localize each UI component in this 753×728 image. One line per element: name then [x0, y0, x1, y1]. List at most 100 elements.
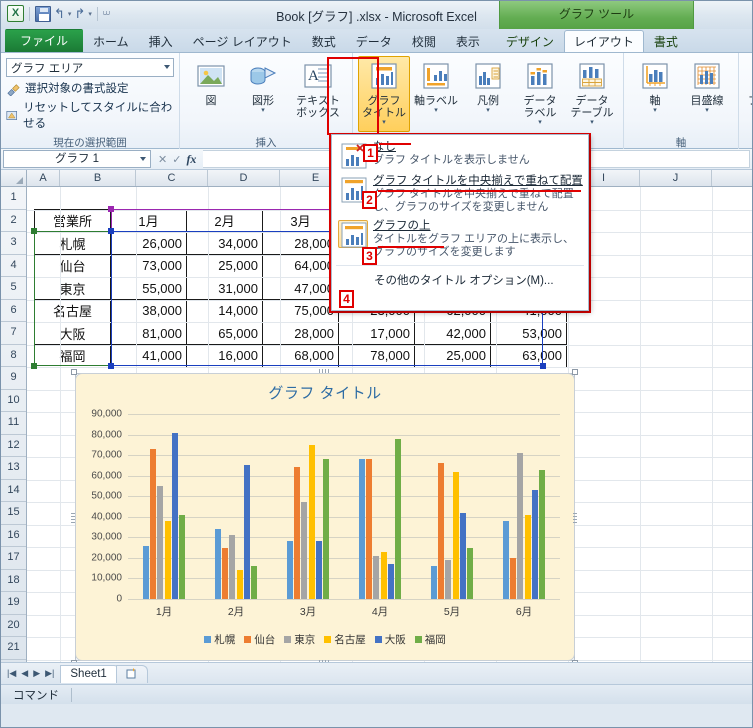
tab-data[interactable]: データ: [346, 30, 402, 52]
range-handle[interactable]: [108, 228, 114, 234]
chevron-down-icon[interactable]: ▾: [538, 119, 542, 126]
tab-format[interactable]: 書式: [644, 30, 688, 52]
chevron-down-icon[interactable]: ▾: [486, 107, 490, 114]
range-handle[interactable]: [108, 206, 114, 212]
chart-bar[interactable]: [286, 541, 293, 599]
chart-bar[interactable]: [171, 432, 179, 599]
insert-picture-button[interactable]: 図: [185, 56, 237, 132]
chart-legend-item[interactable]: 福岡: [414, 632, 446, 647]
chart-legend[interactable]: 札幌 仙台 東京 名古屋 大阪 福岡: [76, 632, 574, 646]
tab-formulas[interactable]: 数式: [302, 30, 346, 52]
column-header-D[interactable]: D: [208, 170, 280, 186]
insert-function-icon[interactable]: fx: [186, 152, 196, 167]
menu-item-more-title-options[interactable]: その他のタイトル オプション(M)...: [332, 269, 588, 291]
cancel-icon[interactable]: ✕: [158, 153, 167, 166]
tab-insert[interactable]: 挿入: [139, 30, 183, 52]
chart-bar[interactable]: [517, 453, 524, 599]
sheet-nav-buttons[interactable]: |◀ ◀ ▶ ▶|: [5, 668, 60, 679]
row-header-9[interactable]: 9: [1, 367, 26, 390]
column-header-A[interactable]: A: [27, 170, 60, 186]
row-header-8[interactable]: 8: [1, 345, 26, 367]
chart-bar[interactable]: [142, 545, 149, 599]
chart-bar[interactable]: [387, 564, 395, 599]
tab-view[interactable]: 表示: [446, 30, 490, 52]
tab-design[interactable]: デザイン: [496, 30, 564, 52]
tab-review[interactable]: 校閲: [402, 30, 446, 52]
chart-bar[interactable]: [437, 463, 445, 599]
row-header-3[interactable]: 3: [1, 232, 26, 255]
tab-layout[interactable]: レイアウト: [563, 30, 644, 52]
chart-object[interactable]: グラフ タイトル 0 10,000 20,000 30,000 40,000 50,000…: [75, 373, 575, 661]
chevron-down-icon[interactable]: ▾: [382, 119, 386, 126]
chart-bar[interactable]: [308, 444, 315, 599]
column-header-C[interactable]: C: [136, 170, 208, 186]
row-header-10[interactable]: 10: [1, 390, 26, 412]
chevron-down-icon[interactable]: [140, 157, 146, 161]
chart-bar[interactable]: [365, 459, 373, 599]
data-labels-button[interactable]: データ ラベル ▾: [514, 56, 566, 132]
chart-title-button[interactable]: グラフ タイトル ▾: [358, 56, 410, 132]
chart-bar[interactable]: [459, 512, 467, 599]
chart-bar[interactable]: [531, 490, 539, 599]
chart-bar[interactable]: [509, 557, 517, 599]
first-sheet-icon[interactable]: |◀: [7, 668, 16, 679]
row-header-15[interactable]: 15: [1, 502, 26, 525]
chart-bar[interactable]: [430, 566, 437, 599]
table-header-cell[interactable]: 営業所: [34, 209, 111, 233]
row-header-2[interactable]: 2: [1, 210, 26, 232]
formula-bar-buttons[interactable]: ✕ ✓ fx: [151, 152, 203, 167]
range-handle[interactable]: [540, 363, 546, 369]
chart-bar[interactable]: [179, 514, 186, 599]
sheet-tab-sheet1[interactable]: Sheet1: [60, 664, 120, 683]
chart-bar[interactable]: [251, 566, 258, 599]
prev-sheet-icon[interactable]: ◀: [21, 668, 28, 679]
row-header-14[interactable]: 14: [1, 480, 26, 502]
chevron-down-icon[interactable]: ▾: [261, 107, 265, 114]
chart-legend-item[interactable]: 仙台: [244, 632, 275, 647]
row-header-7[interactable]: 7: [1, 322, 26, 345]
axis-titles-button[interactable]: 軸ラベル ▾: [410, 56, 462, 132]
chart-bar[interactable]: [452, 471, 459, 599]
insert-textbox-button[interactable]: A テキスト ボックス: [289, 56, 347, 132]
window-controls[interactable]: [696, 1, 750, 27]
row-header-17[interactable]: 17: [1, 547, 26, 570]
chart-bar[interactable]: [214, 529, 221, 599]
chart-bar[interactable]: [358, 459, 365, 599]
name-box[interactable]: グラフ 1: [3, 150, 151, 168]
chart-bar[interactable]: [380, 551, 387, 599]
chart-legend-item[interactable]: 東京: [284, 632, 315, 647]
chevron-down-icon[interactable]: ▾: [590, 119, 594, 126]
new-sheet-icon[interactable]: [115, 664, 148, 683]
range-handle[interactable]: [31, 228, 37, 234]
chart-resize-handle-bottom[interactable]: [319, 660, 331, 662]
row-header-12[interactable]: 12: [1, 435, 26, 457]
chart-bar[interactable]: [539, 469, 546, 599]
chart-bar[interactable]: [293, 467, 301, 599]
row-header-11[interactable]: 11: [1, 412, 26, 435]
chart-bar[interactable]: [315, 541, 323, 599]
chart-bar[interactable]: [373, 555, 380, 599]
chart-bar[interactable]: [243, 465, 251, 599]
tab-page-layout[interactable]: ページ レイアウト: [183, 30, 302, 52]
insert-shapes-button[interactable]: 図形 ▾: [237, 56, 289, 132]
enter-icon[interactable]: ✓: [172, 153, 181, 166]
tab-file[interactable]: ファイル: [5, 29, 84, 52]
chart-resize-handle-tl[interactable]: [71, 369, 77, 375]
chart-bar[interactable]: [467, 547, 474, 599]
chart-bar[interactable]: [524, 514, 531, 599]
row-header-13[interactable]: 13: [1, 457, 26, 480]
format-selection-button[interactable]: 選択対象の書式設定: [6, 80, 129, 96]
column-header-J[interactable]: J: [640, 170, 712, 186]
row-header-20[interactable]: 20: [1, 615, 26, 637]
next-sheet-icon[interactable]: ▶: [33, 668, 40, 679]
chevron-down-icon[interactable]: ▾: [653, 107, 657, 114]
range-handle[interactable]: [108, 363, 114, 369]
chart-bar[interactable]: [164, 520, 171, 599]
chart-legend-item[interactable]: 札幌: [204, 632, 235, 647]
row-header-6[interactable]: 6: [1, 300, 26, 322]
tab-home[interactable]: ホーム: [83, 30, 139, 52]
chevron-down-icon[interactable]: ▾: [705, 107, 709, 114]
chart-title-text[interactable]: グラフ タイトル: [76, 382, 574, 403]
reset-style-button[interactable]: リセットしてスタイルに合わせる: [6, 99, 174, 131]
chart-resize-handle-right[interactable]: [573, 513, 577, 525]
